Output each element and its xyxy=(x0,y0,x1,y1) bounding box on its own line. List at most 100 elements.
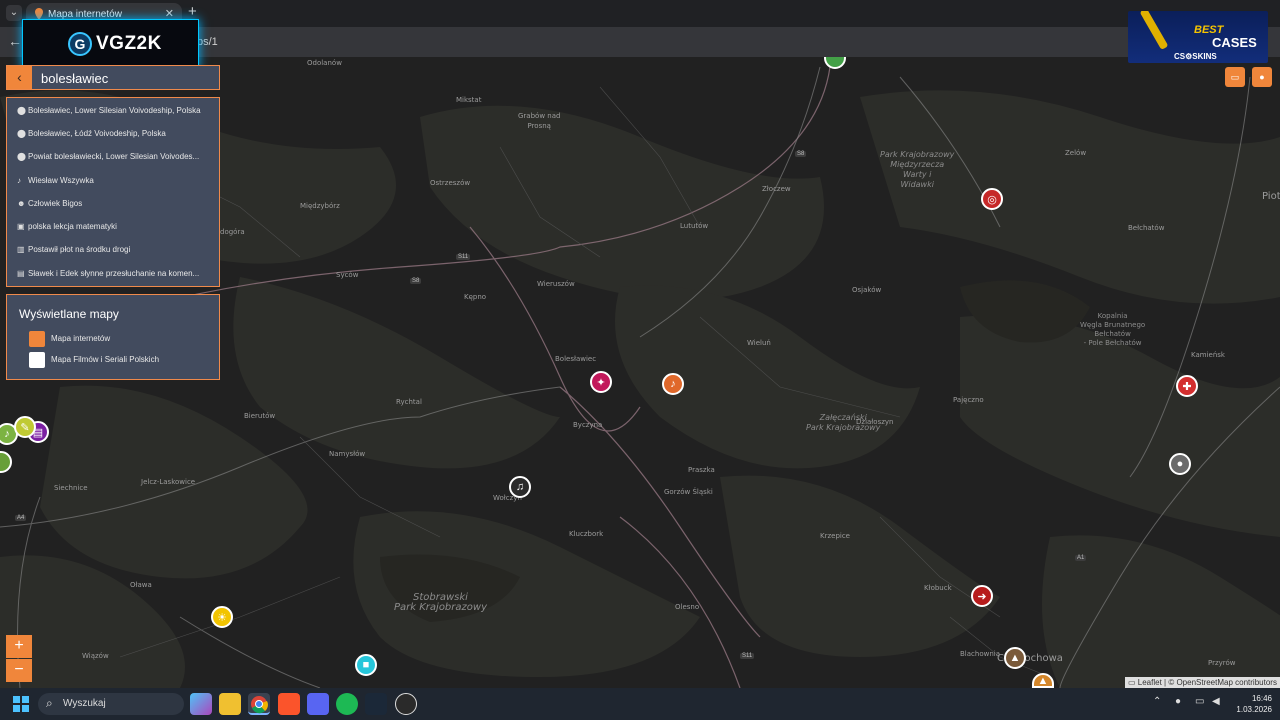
search-result[interactable]: ▣ polska lekcja matematyki xyxy=(17,215,215,238)
pencil-icon: ✎ xyxy=(20,421,30,434)
map-label-odolanow: Odolanów xyxy=(307,59,342,67)
map-label-dogora: dogóra xyxy=(220,228,245,236)
map-label-ostrzeszow: Ostrzeszów xyxy=(430,179,471,187)
tent-icon: ▲ xyxy=(1009,652,1021,664)
map-label-przyrow: Przyrów xyxy=(1208,659,1236,667)
key-icon xyxy=(1139,11,1169,51)
road-shield-s8-2: S8 xyxy=(795,151,807,157)
map-label-gorzow: Gorzów Śląski xyxy=(664,488,713,496)
tent2-marker[interactable]: ▲ xyxy=(1032,673,1054,688)
map-label-kopalnia: Kopalnia Węgla Brunatnego Bełchatów - Po… xyxy=(1080,312,1146,347)
search-result[interactable]: ▤ Sławek i Edek słynne przesłuchanie na k… xyxy=(17,262,215,285)
url-text[interactable]: ps/1 xyxy=(197,36,218,48)
zoom-out-button[interactable]: − xyxy=(6,659,32,682)
steam-icon[interactable] xyxy=(365,693,387,715)
runner-marker[interactable]: ➜ xyxy=(971,585,993,607)
vgz-logo-text: VGZ2K xyxy=(96,33,162,54)
new-tab-button[interactable]: + xyxy=(188,3,197,20)
back-arrow-icon[interactable]: ← xyxy=(8,33,22,49)
clock-date: 1.03.2026 xyxy=(1236,705,1272,714)
map-label-osjakow: Osjaków xyxy=(852,286,882,294)
megaphone-marker[interactable]: ✦ xyxy=(590,371,612,393)
search-result[interactable]: ▥ Postawił płot na środku drogi xyxy=(17,238,215,261)
tent-marker[interactable]: ▲ xyxy=(1004,647,1026,669)
map-label-siechnice: Siechnice xyxy=(54,484,88,492)
map-attribution[interactable]: ▭ Leaflet | © OpenStreetMap contributors xyxy=(1125,677,1280,688)
best-cases-logo: BEST CASES CS⚙SKINS xyxy=(1128,11,1268,63)
pin-icon: ⬤ xyxy=(17,106,26,115)
file-explorer-icon[interactable] xyxy=(219,693,241,715)
map-label-wiazow: Wiązów xyxy=(82,652,109,660)
search-result[interactable]: ⬤ Bolesławiec, Łódź Voivodeship, Polska xyxy=(17,122,215,145)
park-label-stobrawski: Stobrawski Park Krajobrazowy xyxy=(394,592,487,613)
result-text: Człowiek Bigos xyxy=(28,199,83,208)
map-label-rychtal: Rychtal xyxy=(396,398,422,406)
map-label-zelow: Zelów xyxy=(1065,149,1087,157)
tab-list-button[interactable]: ⌄ xyxy=(6,5,22,21)
park-label-zalecz: Załęczański Park Krajobrazowy xyxy=(806,413,881,432)
taskbar-search[interactable]: ⌕ Wyszukaj xyxy=(38,693,184,715)
chevron-up-icon[interactable]: ⌃ xyxy=(1153,696,1161,707)
fence-icon: ▥ xyxy=(17,245,25,254)
car-marker[interactable]: ✚ xyxy=(1176,375,1198,397)
map-toggle-label: Mapa Filmów i Seriali Polskich xyxy=(51,355,160,364)
map-label-sycow: Syców xyxy=(336,271,359,279)
map-label-pajeczno: Pajęczno xyxy=(953,396,984,404)
map-label-blachownia: Blachownia xyxy=(960,650,1001,658)
sun-marker[interactable]: ☀ xyxy=(211,606,233,628)
pin-icon: ⬤ xyxy=(17,152,26,161)
chrome-icon[interactable] xyxy=(248,693,270,715)
music-marker[interactable]: ♫ xyxy=(509,476,531,498)
map-label-kluczbork: Kluczbork xyxy=(569,530,604,538)
zoom-control: + − xyxy=(6,635,32,683)
truck-marker[interactable]: ■ xyxy=(355,654,377,676)
zoom-in-button[interactable]: + xyxy=(6,635,32,658)
info-icon[interactable]: ● xyxy=(1252,67,1272,87)
back-button[interactable]: ‹ xyxy=(7,66,32,89)
guitar-marker[interactable]: ♪ xyxy=(662,373,684,395)
map-label-klobuck: Kłobuck xyxy=(924,584,952,592)
target-icon: ◎ xyxy=(987,193,997,206)
screen-icon[interactable]: ▭ xyxy=(1225,67,1245,87)
road-shield-a1: A1 xyxy=(1075,555,1087,561)
network-icon[interactable]: ▭ xyxy=(1195,696,1204,707)
brave-icon[interactable] xyxy=(278,693,300,715)
truck-icon: ■ xyxy=(362,659,370,671)
map-label-praszka: Praszka xyxy=(688,466,715,474)
music-note-icon: ♫ xyxy=(515,481,525,493)
search-result[interactable]: ⬤ Powiat bolesławiecki, Lower Silesian Vo… xyxy=(17,145,215,168)
map-label-miedzyborz: Międzybórz xyxy=(300,202,340,210)
discord-icon[interactable] xyxy=(307,693,329,715)
map-color-swatch xyxy=(29,352,45,368)
result-text: Postawił płot na środku drogi xyxy=(28,245,131,254)
microphone-icon[interactable]: ● xyxy=(1175,696,1181,707)
search-input[interactable] xyxy=(41,70,211,86)
map-label-namyslow: Namysłów xyxy=(329,450,366,458)
guitar-icon: ♪ xyxy=(17,176,21,185)
map-label-wieruszow: Wieruszów xyxy=(537,280,575,288)
map-label-wielun: Wieluń xyxy=(747,339,771,347)
map-label-kepno: Kępno xyxy=(464,293,487,301)
mic-marker[interactable]: ● xyxy=(1169,453,1191,475)
map-label-kamiensk: Kamieńsk xyxy=(1191,351,1225,359)
result-text: Powiat bolesławiecki, Lower Silesian Voi… xyxy=(28,152,200,161)
map-label-grabow: Grabów nad Prosną xyxy=(518,112,561,130)
map-toggle-label: Mapa internetów xyxy=(51,334,111,343)
clock[interactable]: 16:46 1.03.2026 xyxy=(1232,693,1272,715)
search-result[interactable]: ☻ Człowiek Bigos xyxy=(17,192,215,215)
app-icon[interactable] xyxy=(395,693,417,715)
lime-marker[interactable]: ✎ xyxy=(14,416,36,438)
search-result[interactable]: ♪ Wiesław Wszywka xyxy=(17,169,215,192)
spotify-icon[interactable] xyxy=(336,693,358,715)
microphone-icon: ● xyxy=(1176,458,1184,470)
target-marker[interactable]: ◎ xyxy=(981,188,1003,210)
school-icon: ▣ xyxy=(17,222,25,231)
volume-icon[interactable]: ◀ xyxy=(1212,696,1220,707)
search-box: ‹ xyxy=(6,65,220,90)
search-result[interactable]: ⬤ Bolesławiec, Lower Silesian Voivodeship… xyxy=(17,99,215,122)
building-icon: ▤ xyxy=(17,269,25,278)
clock-time: 16:46 xyxy=(1251,694,1272,703)
tent-icon: ▲ xyxy=(1037,674,1049,687)
copilot-icon[interactable] xyxy=(190,693,212,715)
windows-start-icon[interactable] xyxy=(13,696,29,712)
